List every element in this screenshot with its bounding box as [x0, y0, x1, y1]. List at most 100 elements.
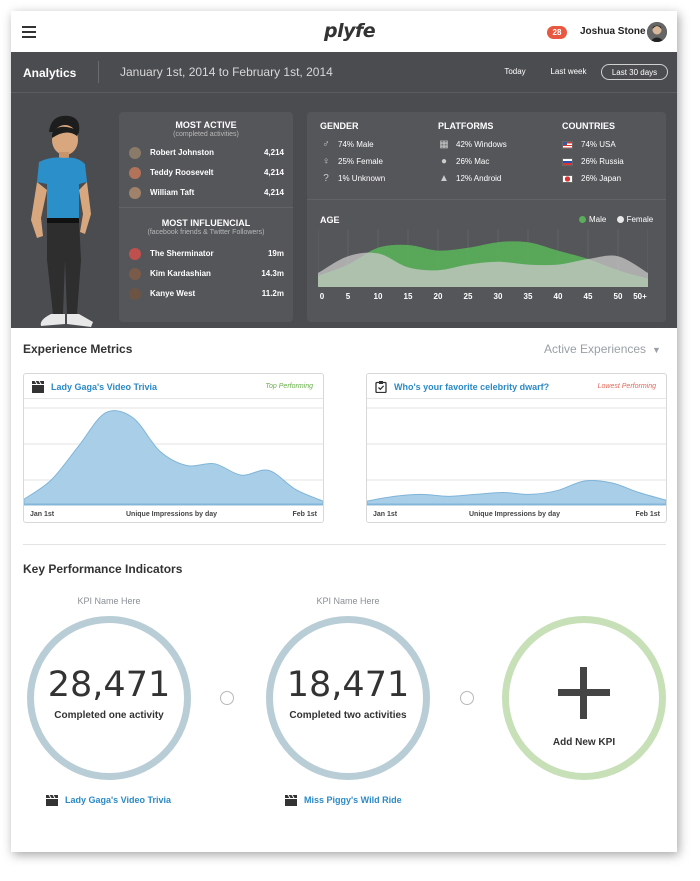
kpi-connector-toggle[interactable] — [220, 691, 234, 705]
age-tick-label: 30 — [493, 292, 503, 301]
x-end-label: Feb 1st — [635, 511, 660, 518]
avatar — [129, 288, 141, 300]
experience-title-link[interactable]: Who's your favorite celebrity dwarf? — [394, 382, 549, 392]
active-experiences-dropdown[interactable]: Active Experiences ▼ — [544, 342, 661, 356]
x-axis-label: Unique Impressions by day — [469, 511, 561, 518]
header-divider — [98, 61, 99, 83]
performance-badge: Lowest Performing — [597, 383, 656, 390]
most-influential-title: MOST INFLUENCIAL — [161, 218, 251, 228]
user-value-label: 4,214 — [263, 168, 284, 177]
usa-flag-icon — [562, 140, 573, 149]
experience-card-header: Lady Gaga's Video Trivia Top Performing — [24, 374, 323, 399]
age-tick-label: 50 — [613, 292, 623, 301]
female-legend-dot — [616, 216, 624, 224]
impressions-area — [24, 410, 323, 505]
user-name-label: William Taft — [150, 188, 195, 197]
avatar — [129, 147, 141, 159]
kpi-title: Key Performance Indicators — [23, 562, 183, 576]
female-icon: ♀ — [322, 156, 330, 167]
user-name[interactable]: Joshua Stone — [580, 26, 646, 37]
plus-icon — [558, 667, 610, 719]
kpi-caption: Completed one activity — [54, 710, 164, 721]
age-tick-label: 10 — [373, 292, 383, 301]
notification-badge[interactable]: 28 — [547, 26, 567, 39]
most-influential-subtitle: (facebook friends & Twitter Followers) — [147, 229, 265, 236]
experience-card[interactable]: Lady Gaga's Video Trivia Top Performing … — [23, 373, 324, 523]
kpi-value: 18,471 — [286, 665, 410, 705]
male-legend-dot — [579, 216, 586, 224]
top-bar: plyfe 28 Joshua Stone — [11, 11, 677, 52]
influential-user-row[interactable]: Kim Kardashian 14.3m — [129, 266, 284, 282]
date-range: January 1st, 2014 to February 1st, 2014 — [120, 65, 333, 79]
demographics-card: GENDER ♂ 74% Male ♀ 25% Female ? 1% Unknown… — [307, 112, 666, 322]
kpi-ring[interactable]: 18,471 Completed two activities — [266, 616, 430, 780]
active-user-row[interactable]: William Taft 4,214 — [129, 185, 284, 201]
active-user-row[interactable]: Robert Johnston 4,214 — [129, 145, 284, 161]
user-name-label: Robert Johnston — [150, 148, 214, 157]
experience-title-link[interactable]: Lady Gaga's Video Trivia — [51, 382, 157, 392]
user-name-label: The Sherminator — [150, 249, 214, 258]
range-last-30-days-button[interactable]: Last 30 days — [601, 64, 668, 80]
analytics-panel: Analytics January 1st, 2014 to February … — [11, 52, 677, 328]
age-area-chart — [318, 229, 648, 287]
clipboard-check-icon — [375, 381, 387, 393]
influential-user-row[interactable]: Kanye West 11.2m — [129, 286, 284, 302]
kpi-experience-link[interactable]: Lady Gaga's Video Trivia — [46, 795, 172, 807]
experience-card-header: Who's your favorite celebrity dwarf? Low… — [367, 374, 666, 399]
user-value-label: 11.2m — [261, 289, 284, 298]
top-users-card: MOST ACTIVE (completed activities) Rober… — [119, 112, 293, 322]
clapperboard-icon — [46, 795, 58, 807]
user-name-label: Kanye West — [150, 289, 196, 298]
kpi-link-label: Lady Gaga's Video Trivia — [65, 795, 172, 805]
influential-user-row[interactable]: The Sherminator 19m — [129, 246, 284, 262]
unknown-icon: ? — [323, 173, 329, 184]
platform-row: ▲ 12% Android — [439, 173, 502, 184]
dashboard-frame: plyfe 28 Joshua Stone Analytics January … — [11, 11, 677, 852]
apple-icon: ● — [440, 156, 448, 167]
kpi-value: 28,471 — [47, 665, 171, 705]
add-kpi-button[interactable]: Add New KPI — [502, 616, 666, 780]
japan-flag-icon — [562, 174, 573, 183]
impressions-area-chart — [24, 407, 323, 506]
windows-icon: ▦ — [439, 139, 449, 150]
gender-row: ♀ 25% Female — [320, 156, 383, 168]
impressions-area — [367, 479, 666, 505]
age-tick-label: 45 — [583, 292, 593, 301]
range-last-week-button[interactable]: Last week — [546, 64, 591, 80]
experience-metrics-title: Experience Metrics — [23, 342, 133, 356]
range-today-button[interactable]: Today — [500, 64, 530, 80]
kpi-experience-link[interactable]: Miss Piggy's Wild Ride — [285, 795, 402, 807]
x-start-label: Jan 1st — [373, 511, 398, 518]
clapperboard-icon — [32, 381, 44, 393]
experience-card[interactable]: Who's your favorite celebrity dwarf? Low… — [366, 373, 667, 523]
most-active-subtitle: (completed activities) — [173, 131, 239, 138]
age-tick-label: 35 — [523, 292, 533, 301]
age-tick-label: 40 — [553, 292, 563, 301]
gender-row: ♂ 74% Male — [320, 139, 373, 151]
country-row: 26% Japan — [562, 173, 621, 185]
user-avatar[interactable] — [647, 22, 667, 42]
age-tick-label: 20 — [433, 292, 443, 301]
character-illustration — [31, 115, 93, 327]
country-row: 74% USA — [562, 139, 616, 151]
kpi-ring[interactable]: 28,471 Completed one activity — [27, 616, 191, 780]
countries-title: COUNTRIES — [562, 121, 616, 131]
android-icon: ▲ — [439, 173, 449, 184]
avatar — [129, 187, 141, 199]
menu-icon[interactable] — [22, 26, 36, 38]
active-user-row[interactable]: Teddy Roosevelt 4,214 — [129, 165, 284, 181]
russia-flag-icon — [562, 157, 573, 166]
age-tick-label: 0 — [319, 292, 325, 301]
clapperboard-icon — [285, 795, 297, 807]
avatar — [129, 248, 141, 260]
user-value-label: 19m — [267, 249, 284, 258]
male-legend-label: Male — [589, 215, 607, 224]
card-divider — [307, 199, 666, 200]
user-value-label: 4,214 — [263, 188, 284, 197]
kpi-connector-toggle[interactable] — [460, 691, 474, 705]
user-value-label: 14.3m — [261, 269, 284, 278]
performance-badge: Top Performing — [265, 383, 313, 390]
analytics-header: Analytics January 1st, 2014 to February … — [11, 52, 677, 93]
platform-row: ▦ 42% Windows — [439, 139, 507, 150]
analytics-title: Analytics — [23, 66, 77, 80]
